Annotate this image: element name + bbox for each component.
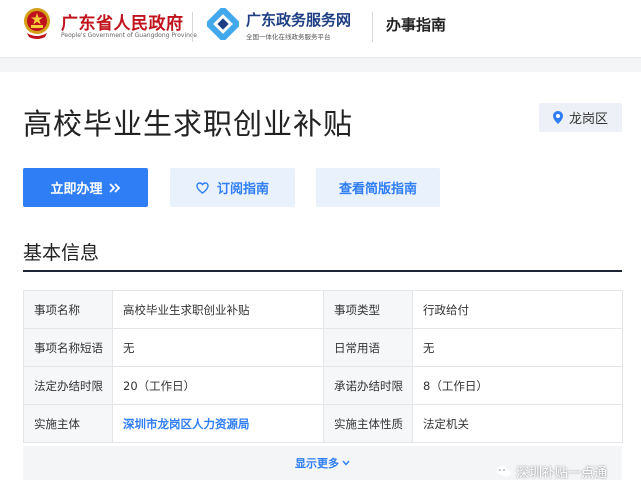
field-value: 无 <box>112 328 324 367</box>
service-title[interactable]: 广东政务服务网 <box>246 9 351 30</box>
gov-title[interactable]: 广东省人民政府 <box>61 9 184 34</box>
heart-icon <box>196 181 209 194</box>
view-simple-guide-label: 查看简版指南 <box>338 182 417 197</box>
region-selector[interactable]: 龙岗区 <box>539 103 622 132</box>
field-label: 事项名称短语 <box>23 328 113 367</box>
double-chevron-right-icon <box>108 182 120 193</box>
subscribe-guide-label: 订阅指南 <box>216 182 269 197</box>
service-logo-icon <box>207 8 239 40</box>
field-label: 实施主体性质 <box>323 404 413 443</box>
watermark: 深圳补贴一点通 <box>496 462 607 481</box>
section-heading: 办事指南 <box>386 16 447 34</box>
implementing-agency-link[interactable]: 深圳市龙岗区人力资源局 <box>112 404 324 443</box>
field-label: 日常用语 <box>323 328 413 367</box>
field-label: 法定办结时限 <box>23 366 113 405</box>
national-emblem-icon <box>24 8 50 39</box>
field-label: 事项名称 <box>23 290 113 329</box>
table-row: 法定办结时限 20（工作日） 承诺办结时限 8（工作日） <box>23 366 623 405</box>
field-value: 8（工作日） <box>412 366 623 405</box>
table-row: 事项名称 高校毕业生求职创业补贴 事项类型 行政给付 <box>23 290 623 329</box>
basic-info-table: 事项名称 高校毕业生求职创业补贴 事项类型 行政给付 事项名称短语 无 日常用语… <box>23 290 623 443</box>
table-row: 事项名称短语 无 日常用语 无 <box>23 328 623 367</box>
site-header: 广东省人民政府 People's Government of Guangdong… <box>0 0 641 58</box>
header-divider <box>372 12 373 42</box>
field-label: 事项类型 <box>323 290 413 329</box>
service-subtitle: 全国一体化在线政务服务平台 <box>246 33 331 41</box>
view-simple-guide-button[interactable]: 查看简版指南 <box>316 168 440 207</box>
chevron-down-icon <box>342 460 350 466</box>
subscribe-guide-button[interactable]: 订阅指南 <box>170 168 295 207</box>
watermark-text: 深圳补贴一点通 <box>516 466 608 481</box>
apply-now-label: 立即办理 <box>50 182 103 197</box>
wechat-icon <box>496 466 511 477</box>
field-value: 高校毕业生求职创业补贴 <box>112 290 324 329</box>
location-pin-icon <box>552 111 563 124</box>
apply-now-button[interactable]: 立即办理 <box>23 168 148 207</box>
field-label: 承诺办结时限 <box>323 366 413 405</box>
field-value: 20（工作日） <box>112 366 324 405</box>
gov-subtitle: People's Government of Guangdong Provinc… <box>61 32 197 39</box>
basic-info-title: 基本信息 <box>23 242 100 264</box>
header-divider <box>192 12 193 42</box>
field-label: 实施主体 <box>23 404 113 443</box>
section-divider <box>23 270 622 272</box>
show-more-label: 显示更多 <box>295 457 339 470</box>
page-title: 高校毕业生求职创业补贴 <box>23 107 354 141</box>
region-label: 龙岗区 <box>568 112 608 127</box>
table-row: 实施主体 深圳市龙岗区人力资源局 实施主体性质 法定机关 <box>23 404 623 443</box>
field-value: 行政给付 <box>412 290 623 329</box>
field-value: 无 <box>412 328 623 367</box>
field-value: 法定机关 <box>412 404 623 443</box>
